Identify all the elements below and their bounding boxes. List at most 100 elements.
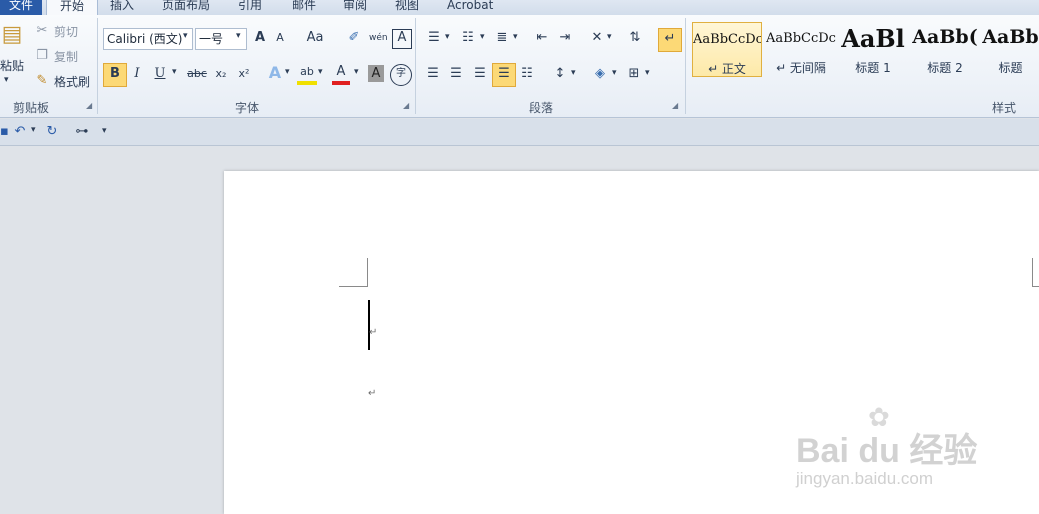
increase-indent-icon[interactable]: ⇥ bbox=[555, 29, 575, 47]
underline-dropdown-icon[interactable]: ▾ bbox=[172, 67, 177, 77]
chinese-layout-dropdown-icon[interactable]: ▾ bbox=[607, 32, 612, 42]
character-border-button[interactable]: A bbox=[392, 29, 412, 49]
tab-references[interactable]: 引用 bbox=[238, 0, 262, 15]
organization-chart-icon[interactable]: ⊶ bbox=[72, 123, 92, 141]
line-spacing-icon[interactable]: ↕ bbox=[550, 65, 570, 83]
change-case-button[interactable]: Aa bbox=[303, 29, 327, 47]
highlight-dropdown-icon[interactable]: ▾ bbox=[318, 67, 323, 77]
style-sample: AaBb( bbox=[912, 26, 978, 48]
clear-format-icon[interactable]: ✐ bbox=[346, 29, 362, 47]
baidu-jingyan-watermark: ✿ Bai du 经验 jingyan.baidu.com bbox=[796, 403, 996, 493]
numbering-dropdown-icon[interactable]: ▾ bbox=[480, 32, 485, 42]
superscript-button[interactable]: x² bbox=[234, 65, 254, 83]
font-color-dropdown-icon[interactable]: ▾ bbox=[354, 67, 359, 77]
paragraph-launcher-icon[interactable]: ◢ bbox=[672, 102, 680, 110]
tab-page-layout[interactable]: 页面布局 bbox=[162, 0, 210, 15]
copy-icon[interactable]: ❐ bbox=[34, 47, 50, 65]
styles-group-label: 样式 bbox=[992, 101, 1017, 115]
line-spacing-dropdown-icon[interactable]: ▾ bbox=[571, 68, 576, 78]
style-name: ↵ 正文 bbox=[708, 62, 746, 76]
undo-dropdown-icon[interactable]: ▾ bbox=[31, 125, 36, 135]
chinese-layout-icon[interactable]: ✕ bbox=[586, 29, 608, 47]
font-name-dropdown-icon[interactable]: ▾ bbox=[183, 31, 188, 41]
bullets-icon[interactable]: ☰ bbox=[424, 29, 444, 47]
bullets-dropdown-icon[interactable]: ▾ bbox=[445, 32, 450, 42]
tab-insert[interactable]: 插入 bbox=[110, 0, 134, 15]
style-title[interactable]: AaBb 标题 bbox=[982, 22, 1039, 77]
watermark-url: jingyan.baidu.com bbox=[796, 469, 934, 488]
undo-icon[interactable]: ↶ bbox=[12, 123, 28, 141]
paste-button[interactable]: 粘贴 bbox=[0, 57, 24, 74]
grow-font-icon[interactable]: A bbox=[251, 29, 269, 47]
align-right-icon[interactable]: ☰ bbox=[471, 65, 489, 83]
tab-view[interactable]: 视图 bbox=[395, 0, 419, 15]
watermark-brand: Bai du 经验 bbox=[796, 432, 978, 470]
style-heading-2[interactable]: AaBb( 标题 2 bbox=[910, 22, 980, 77]
style-name: 标题 2 bbox=[927, 61, 963, 75]
top-left-crop-mark bbox=[339, 258, 368, 287]
show-hide-marks-icon[interactable]: ↵ bbox=[658, 28, 682, 52]
paste-dropdown-arrow-icon[interactable]: ▾ bbox=[4, 75, 9, 85]
character-shading-button[interactable]: A bbox=[368, 65, 384, 82]
sort-icon[interactable]: ⇅ bbox=[624, 29, 646, 47]
font-size-dropdown-icon[interactable]: ▾ bbox=[236, 31, 241, 41]
ribbon-tab-strip: 文件 开始 插入 页面布局 引用 邮件 审阅 视图 Acrobat bbox=[0, 0, 1039, 16]
strikethrough-button[interactable]: abc bbox=[185, 65, 209, 83]
italic-button[interactable]: I bbox=[129, 65, 145, 83]
top-right-crop-mark bbox=[1032, 258, 1039, 287]
format-painter-icon[interactable]: ✎ bbox=[34, 72, 50, 90]
shading-icon[interactable]: ◈ bbox=[590, 65, 610, 83]
phonetic-guide-button[interactable]: wén bbox=[369, 29, 388, 47]
align-left-icon[interactable]: ☰ bbox=[424, 65, 442, 83]
highlight-color-button[interactable]: ab bbox=[297, 63, 317, 85]
borders-dropdown-icon[interactable]: ▾ bbox=[645, 68, 650, 78]
tab-acrobat[interactable]: Acrobat bbox=[447, 0, 493, 15]
format-painter-button[interactable]: 格式刷 bbox=[54, 73, 90, 90]
save-icon[interactable]: ▪ bbox=[0, 123, 9, 141]
customize-qat-icon[interactable]: ▾ bbox=[102, 126, 107, 136]
text-effects-button[interactable]: A bbox=[266, 64, 284, 84]
shrink-font-icon[interactable]: A bbox=[272, 29, 288, 47]
subscript-button[interactable]: x₂ bbox=[211, 65, 231, 83]
quick-access-toolbar: ▪ ↶ ▾ ↻ ⊶ ▾ bbox=[0, 119, 1039, 146]
style-name: ↵ 无间隔 bbox=[776, 61, 826, 75]
style-heading-1[interactable]: AaBl 标题 1 bbox=[838, 22, 908, 77]
font-color-button[interactable]: A bbox=[332, 63, 350, 85]
enclose-characters-button[interactable]: 字 bbox=[390, 64, 412, 86]
justify-icon[interactable]: ☰ bbox=[492, 63, 516, 87]
style-normal[interactable]: AaBbCcDc ↵ 正文 bbox=[692, 22, 762, 77]
align-center-icon[interactable]: ☰ bbox=[447, 65, 465, 83]
clipboard-launcher-icon[interactable]: ◢ bbox=[86, 102, 94, 110]
group-divider bbox=[415, 18, 416, 114]
numbering-icon[interactable]: ☷ bbox=[458, 29, 478, 47]
text-cursor bbox=[368, 300, 370, 350]
group-divider bbox=[685, 18, 686, 114]
multilevel-dropdown-icon[interactable]: ▾ bbox=[513, 32, 518, 42]
font-launcher-icon[interactable]: ◢ bbox=[403, 102, 411, 110]
copy-button[interactable]: 复制 bbox=[54, 48, 78, 65]
font-name-field[interactable]: Calibri (西文) bbox=[103, 28, 193, 50]
bold-button[interactable]: B bbox=[103, 63, 127, 87]
tab-home[interactable]: 开始 bbox=[46, 0, 98, 16]
style-sample: AaBbCcDc bbox=[693, 32, 761, 47]
style-sample: AaBb bbox=[982, 26, 1039, 48]
cut-icon[interactable]: ✂ bbox=[34, 22, 50, 40]
underline-button[interactable]: U bbox=[152, 65, 168, 83]
distributed-align-icon[interactable]: ☷ bbox=[518, 65, 536, 83]
paragraph-mark: ↵ bbox=[368, 388, 377, 399]
text-effects-dropdown-icon[interactable]: ▾ bbox=[285, 67, 290, 77]
style-no-spacing[interactable]: AaBbCcDc ↵ 无间隔 bbox=[766, 22, 836, 77]
shading-dropdown-icon[interactable]: ▾ bbox=[612, 68, 617, 78]
decrease-indent-icon[interactable]: ⇤ bbox=[532, 29, 552, 47]
tab-file[interactable]: 文件 bbox=[0, 0, 42, 15]
font-name-value: Calibri (西文) bbox=[107, 32, 183, 46]
style-sample: AaBl bbox=[841, 24, 905, 53]
tab-review[interactable]: 审阅 bbox=[343, 0, 367, 15]
font-group-label: 字体 bbox=[235, 101, 260, 115]
redo-icon[interactable]: ↻ bbox=[44, 123, 60, 141]
paste-icon[interactable]: ▤ bbox=[0, 20, 24, 50]
borders-icon[interactable]: ⊞ bbox=[624, 65, 644, 83]
multilevel-list-icon[interactable]: ≣ bbox=[492, 29, 512, 47]
cut-button[interactable]: 剪切 bbox=[54, 23, 78, 40]
tab-mailings[interactable]: 邮件 bbox=[292, 0, 316, 15]
